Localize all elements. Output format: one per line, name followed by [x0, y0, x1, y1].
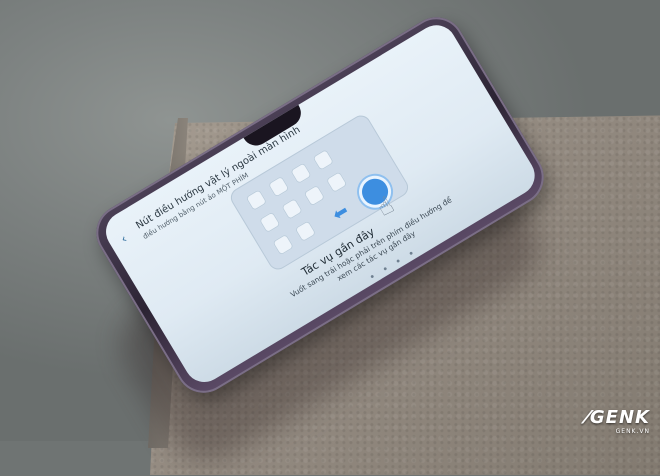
watermark-logo-text: GENK	[589, 407, 650, 428]
app-tile	[272, 233, 295, 256]
app-tile	[325, 171, 348, 194]
app-tile	[281, 197, 304, 220]
watermark-site: GENK.VN	[615, 428, 650, 435]
chevron-left-icon[interactable]: ‹	[118, 232, 129, 246]
left-arrow-icon: ⬅	[328, 200, 353, 226]
app-tile	[258, 211, 281, 234]
app-tile	[303, 184, 326, 207]
app-tile	[294, 220, 317, 243]
genk-watermark: ⁄GENK GENK.VN	[586, 407, 650, 435]
app-tile	[245, 189, 268, 212]
app-tile	[267, 175, 290, 198]
hand-pointer-icon: ☝	[371, 190, 399, 223]
app-tile	[312, 148, 335, 171]
app-tile	[289, 162, 312, 185]
watermark-logo: ⁄GENK	[585, 407, 650, 428]
